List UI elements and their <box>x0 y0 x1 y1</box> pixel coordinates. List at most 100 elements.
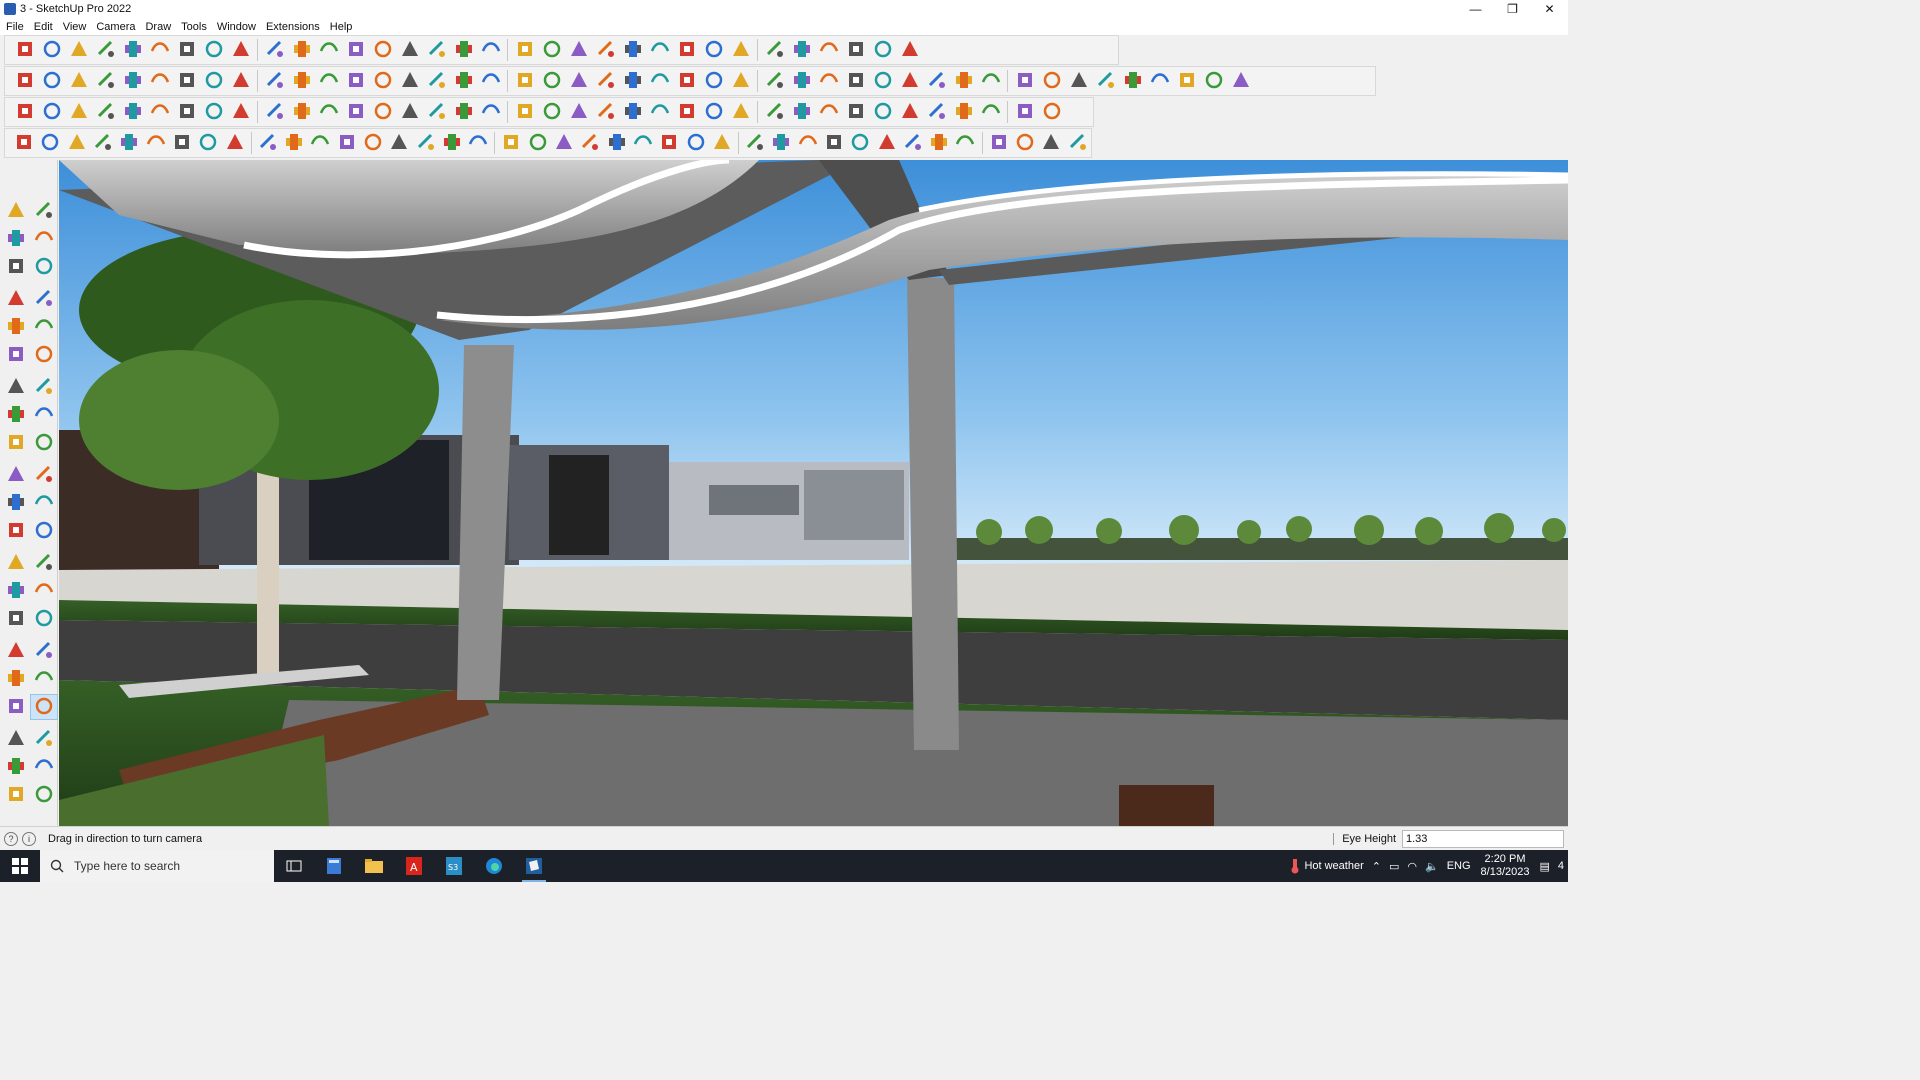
menu-camera[interactable]: Camera <box>96 21 135 33</box>
fold-button[interactable] <box>142 130 168 156</box>
front-view-button[interactable] <box>65 68 92 94</box>
edge-app[interactable] <box>474 850 514 882</box>
paint-button[interactable] <box>146 37 173 63</box>
knot-button[interactable] <box>565 99 592 125</box>
column-a-button[interactable] <box>439 130 465 156</box>
export-button[interactable] <box>727 37 754 63</box>
acrobat-app[interactable]: A <box>394 850 434 882</box>
shape-9-button[interactable] <box>950 68 977 94</box>
iso-view-button[interactable] <box>11 68 38 94</box>
select-button[interactable] <box>38 37 65 63</box>
styles-tool[interactable] <box>30 782 58 808</box>
clock[interactable]: 2:20 PM 8/13/2023 <box>1481 853 1530 879</box>
eraser-pink-button[interactable] <box>1038 68 1065 94</box>
stripes-h-button[interactable] <box>926 130 952 156</box>
battery-icon[interactable]: ▭ <box>1389 860 1399 873</box>
house-5-button[interactable] <box>592 68 619 94</box>
stripes-g-button[interactable] <box>900 130 926 156</box>
look-around-tool[interactable] <box>30 694 58 720</box>
stripes-f-button[interactable] <box>873 130 899 156</box>
eraser-tool[interactable] <box>30 226 58 252</box>
texture-3-button[interactable] <box>1119 68 1146 94</box>
followme-tool[interactable] <box>30 462 58 488</box>
move-button[interactable] <box>227 37 254 63</box>
text-tool[interactable] <box>30 550 58 576</box>
arrow-pink-button[interactable] <box>288 68 315 94</box>
gift-button[interactable] <box>815 99 842 125</box>
house-6-button[interactable] <box>619 68 646 94</box>
cage-button[interactable] <box>221 130 247 156</box>
select-tool[interactable] <box>2 198 30 224</box>
line-x-button[interactable] <box>334 130 360 156</box>
extension-button[interactable] <box>673 37 700 63</box>
bird-button[interactable] <box>551 130 577 156</box>
cone-button[interactable] <box>450 99 477 125</box>
start-button[interactable] <box>0 850 40 882</box>
arrow-green-button[interactable] <box>173 68 200 94</box>
scale-button[interactable] <box>288 37 315 63</box>
shape-2-button[interactable] <box>761 68 788 94</box>
lasso-button[interactable] <box>119 37 146 63</box>
undo-button[interactable] <box>842 37 869 63</box>
menu-draw[interactable]: Draw <box>145 21 171 33</box>
ruler-button[interactable] <box>412 130 438 156</box>
model-viewport[interactable] <box>59 160 1568 826</box>
shape-8-button[interactable] <box>923 68 950 94</box>
shape-5-button[interactable] <box>842 68 869 94</box>
shape-1-button[interactable] <box>727 68 754 94</box>
component-tool[interactable] <box>30 198 58 224</box>
shape-7-button[interactable] <box>896 68 923 94</box>
eraser-button[interactable] <box>65 37 92 63</box>
weather-text[interactable]: Hot weather <box>1304 860 1363 872</box>
shell-button[interactable] <box>1064 130 1090 156</box>
polygon-tool[interactable] <box>30 342 58 368</box>
grid-button[interactable] <box>227 99 254 125</box>
menu-file[interactable]: File <box>6 21 24 33</box>
solid-button[interactable] <box>788 37 815 63</box>
stripes-e-button[interactable] <box>847 130 873 156</box>
pan-button[interactable] <box>423 37 450 63</box>
green-plane-button[interactable] <box>92 99 119 125</box>
chain-button[interactable] <box>315 99 342 125</box>
tree-button[interactable] <box>477 99 504 125</box>
layout-tool[interactable] <box>2 782 30 808</box>
text-tool-button[interactable] <box>646 68 673 94</box>
arrows-a-button[interactable] <box>630 130 656 156</box>
house-3-button[interactable] <box>538 68 565 94</box>
wheel-button[interactable] <box>116 130 142 156</box>
components-button[interactable] <box>511 37 538 63</box>
wifi-icon[interactable]: ◠ <box>1407 860 1417 873</box>
stripes-a-button[interactable] <box>742 130 768 156</box>
warehouse-button[interactable] <box>646 37 673 63</box>
mirror-button[interactable] <box>369 68 396 94</box>
close-button[interactable]: ✕ <box>1531 0 1568 18</box>
bucket-button[interactable] <box>646 99 673 125</box>
move-tool[interactable] <box>2 430 30 456</box>
stripes-c-button[interactable] <box>795 130 821 156</box>
3dtext-tool[interactable] <box>30 578 58 604</box>
position-camera-tool[interactable] <box>2 694 30 720</box>
shape-6-button[interactable] <box>869 68 896 94</box>
curl-button[interactable] <box>360 130 386 156</box>
gear-a-button[interactable] <box>727 99 754 125</box>
cross-button[interactable] <box>423 99 450 125</box>
orbit-button[interactable] <box>396 37 423 63</box>
yellow-plane-button[interactable] <box>65 99 92 125</box>
stair-b-button[interactable] <box>307 130 333 156</box>
taskbar-search[interactable]: Type here to search <box>40 850 274 882</box>
menu-window[interactable]: Window <box>217 21 256 33</box>
shape-4-button[interactable] <box>815 68 842 94</box>
shape-10-button[interactable] <box>977 68 1004 94</box>
calculator-app[interactable] <box>314 850 354 882</box>
zoom-window-tool[interactable] <box>30 638 58 664</box>
arc-tool[interactable] <box>2 374 30 400</box>
blue-plane-button[interactable] <box>11 99 38 125</box>
stripes-l-button[interactable] <box>1038 130 1064 156</box>
texture-2-button[interactable] <box>1092 68 1119 94</box>
walk-tool[interactable] <box>2 726 30 752</box>
measurements-input[interactable]: 1.33 <box>1402 830 1564 848</box>
sandbox-button[interactable] <box>700 37 727 63</box>
arrow-red-button[interactable] <box>146 68 173 94</box>
loop-button[interactable] <box>538 99 565 125</box>
line-tool-button[interactable] <box>11 130 37 156</box>
